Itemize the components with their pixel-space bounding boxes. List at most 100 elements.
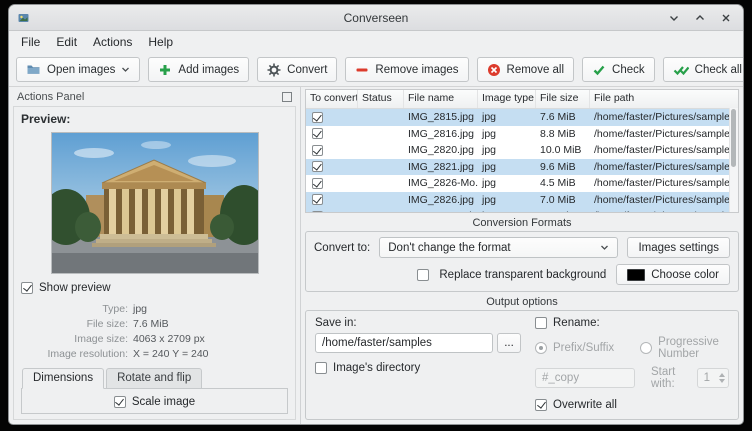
image-type-cell: jpg: [478, 126, 536, 143]
col-file-name[interactable]: File name: [404, 90, 478, 108]
image-info: Type: jpg File size: 7.6 MiB Image size:…: [21, 303, 288, 360]
menu-file[interactable]: File: [13, 33, 48, 51]
converseen-window: Converseen File Edit Actions Help: [8, 4, 744, 425]
right-panel: To convert Status File name Image type F…: [301, 87, 743, 424]
table-scrollbar[interactable]: [729, 108, 738, 212]
desktop-background: Converseen File Edit Actions Help: [0, 0, 752, 431]
overwrite-all-checkbox[interactable]: [535, 399, 547, 411]
to-convert-cell: [306, 208, 358, 213]
row-checkbox[interactable]: [312, 145, 323, 156]
add-images-button[interactable]: Add images: [148, 57, 249, 82]
check-all-button[interactable]: Check all: [663, 57, 744, 82]
scrollbar-handle[interactable]: [731, 109, 736, 167]
file-name-cell: IMG_2828-2.jpg: [404, 208, 478, 213]
menu-edit[interactable]: Edit: [48, 33, 85, 51]
save-in-row: ...: [315, 333, 521, 353]
remove-images-button[interactable]: Remove images: [345, 57, 468, 82]
to-convert-cell: [306, 109, 358, 126]
row-checkbox[interactable]: [312, 194, 323, 205]
tab-dimensions[interactable]: Dimensions: [22, 368, 104, 389]
rename-checkbox[interactable]: [535, 317, 547, 329]
window-title: Converseen: [9, 11, 743, 25]
status-cell: [358, 159, 404, 176]
scale-image-checkbox[interactable]: [114, 396, 126, 408]
conversion-formats-group: Conversion Formats Convert to: Don't cha…: [305, 217, 739, 292]
images-directory-checkbox[interactable]: [315, 362, 327, 374]
output-left-column: Save in: ... Image's directory: [315, 317, 521, 411]
check-all-label: Check all: [695, 64, 742, 76]
col-status[interactable]: Status: [358, 90, 404, 108]
browse-button[interactable]: ...: [497, 333, 521, 353]
preview-label: Preview:: [21, 112, 288, 126]
convert-label: Convert: [287, 64, 327, 76]
conversion-formats-title: Conversion Formats: [305, 217, 739, 230]
row-checkbox[interactable]: [312, 211, 323, 213]
spin-up-icon[interactable]: [719, 373, 725, 377]
menu-actions[interactable]: Actions: [85, 33, 140, 51]
progressive-number-radio[interactable]: [640, 342, 652, 354]
conversion-formats-frame: Convert to: Don't change the format Imag…: [305, 231, 739, 292]
table-row[interactable]: IMG_2821.jpgjpg9.6 MiB/home/faster/Pictu…: [306, 159, 738, 176]
status-cell: [358, 109, 404, 126]
images-settings-button[interactable]: Images settings: [627, 237, 730, 258]
file-size-cell: 4.5 MiB: [536, 175, 590, 192]
to-convert-cell: [306, 126, 358, 143]
file-name-cell: IMG_2821.jpg: [404, 159, 478, 176]
table-row[interactable]: IMG_2826.jpgjpg7.0 MiB/home/faster/Pictu…: [306, 192, 738, 209]
save-in-input[interactable]: [315, 333, 493, 353]
spin-down-icon[interactable]: [719, 379, 725, 383]
convert-button[interactable]: Convert: [257, 57, 337, 82]
folder-icon: [26, 62, 41, 77]
browse-label: ...: [504, 337, 514, 349]
menubar: File Edit Actions Help: [9, 31, 743, 53]
row-checkbox[interactable]: [312, 112, 323, 123]
info-resolution-value: X = 240 Y = 240: [133, 348, 288, 360]
replace-transparent-checkbox[interactable]: [417, 269, 429, 281]
float-panel-icon[interactable]: [282, 92, 292, 102]
close-button[interactable]: [718, 10, 733, 25]
minus-icon: [355, 63, 369, 77]
open-images-button[interactable]: Open images: [16, 57, 140, 82]
file-table: To convert Status File name Image type F…: [305, 89, 739, 213]
maximize-button[interactable]: [692, 10, 707, 25]
to-convert-cell: [306, 175, 358, 192]
format-combobox-value: Don't change the format: [388, 242, 510, 254]
rename-pattern-input[interactable]: [535, 368, 635, 388]
file-name-cell: IMG_2820.jpg: [404, 142, 478, 159]
menu-help[interactable]: Help: [140, 33, 181, 51]
minimize-button[interactable]: [666, 10, 681, 25]
show-preview-row: Show preview: [21, 282, 288, 294]
overwrite-all-label: Overwrite all: [553, 399, 617, 411]
status-cell: [358, 208, 404, 213]
table-row[interactable]: IMG_2820.jpgjpg10.0 MiB/home/faster/Pict…: [306, 142, 738, 159]
actions-panel-header: Actions Panel: [9, 87, 300, 106]
dimensions-tabbar: Dimensions Rotate and flip: [21, 368, 288, 389]
table-row[interactable]: IMG_2815.jpgjpg7.6 MiB/home/faster/Pictu…: [306, 109, 738, 126]
table-row[interactable]: IMG_2826-Mo...jpg4.5 MiB/home/faster/Pic…: [306, 175, 738, 192]
actions-panel: Actions Panel Preview:: [9, 87, 301, 424]
remove-all-button[interactable]: Remove all: [477, 57, 575, 82]
main-area: Actions Panel Preview:: [9, 87, 743, 424]
prefix-suffix-option: Prefix/Suffix: [535, 336, 614, 360]
choose-color-label: Choose color: [651, 269, 719, 281]
col-image-type[interactable]: Image type: [478, 90, 536, 108]
row-checkbox[interactable]: [312, 178, 323, 189]
row-checkbox[interactable]: [312, 128, 323, 139]
tab-rotate-and-flip[interactable]: Rotate and flip: [106, 368, 202, 389]
titlebar[interactable]: Converseen: [9, 5, 743, 31]
show-preview-checkbox[interactable]: [21, 282, 33, 294]
cross-circle-icon: [487, 63, 501, 77]
start-with-spinbox[interactable]: 1: [697, 368, 729, 388]
prefix-suffix-radio[interactable]: [535, 342, 547, 354]
col-file-size[interactable]: File size: [536, 90, 590, 108]
choose-color-button[interactable]: Choose color: [616, 264, 730, 285]
check-label: Check: [612, 64, 645, 76]
col-file-path[interactable]: File path: [590, 90, 738, 108]
table-row[interactable]: IMG_2816.jpgjpg8.8 MiB/home/faster/Pictu…: [306, 126, 738, 143]
table-row[interactable]: IMG_2828-2.jpgjpg4.4 MiB/home/faster/Pic…: [306, 208, 738, 213]
check-button[interactable]: Check: [582, 57, 655, 82]
info-filesize-value: 7.6 MiB: [133, 318, 288, 330]
format-combobox[interactable]: Don't change the format: [379, 237, 618, 258]
row-checkbox[interactable]: [312, 161, 323, 172]
col-to-convert[interactable]: To convert: [306, 90, 358, 108]
